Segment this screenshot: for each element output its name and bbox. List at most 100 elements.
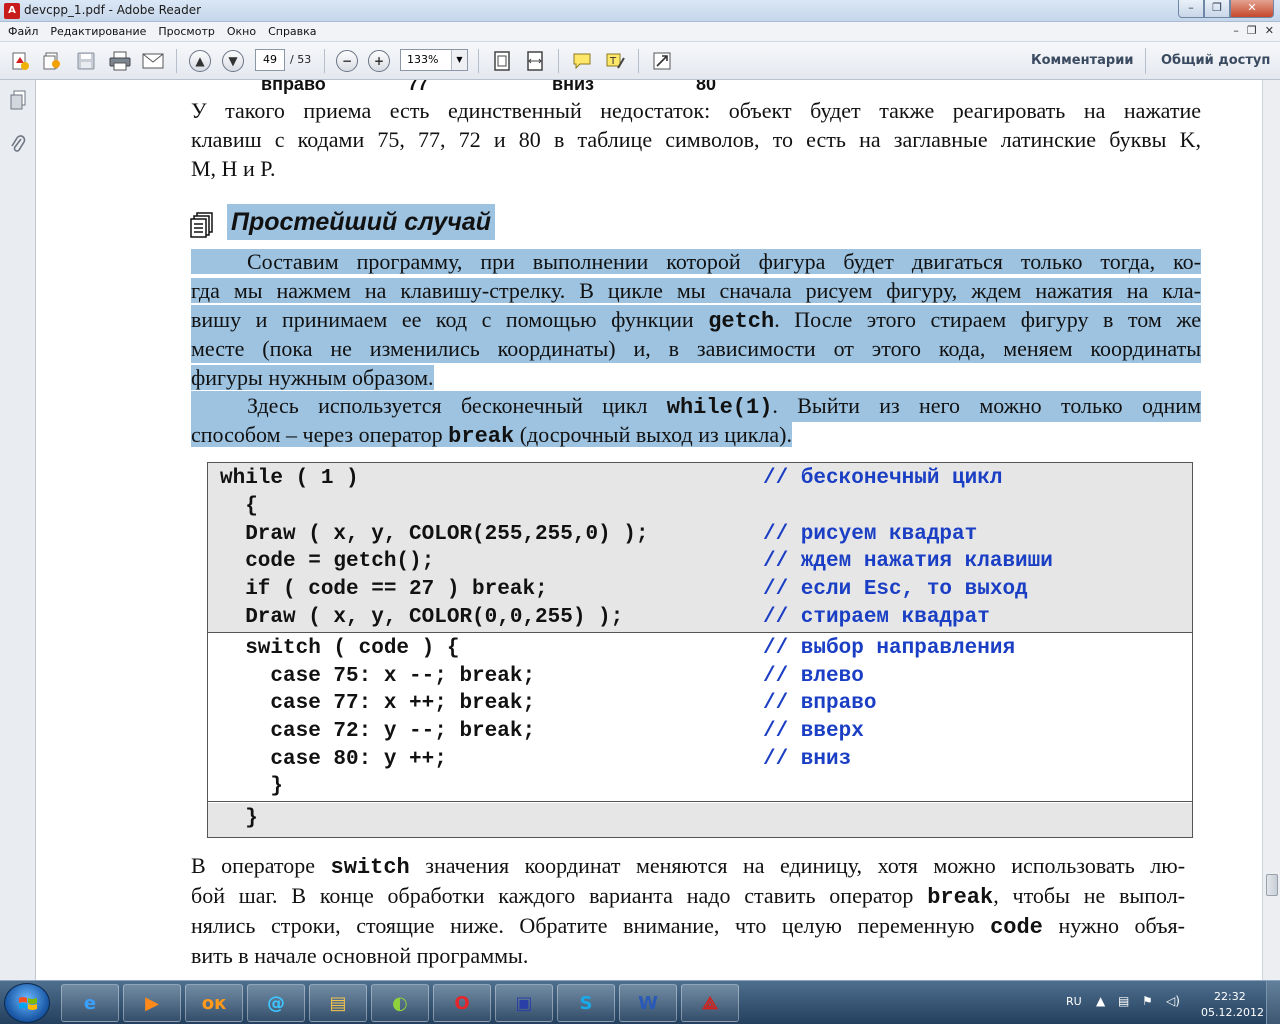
taskbar-app-ie[interactable]: e [61, 984, 119, 1022]
inline-code: code [990, 915, 1043, 940]
code-comment: // ждем нажатия клавиши [763, 550, 1053, 573]
page-total: / 53 [290, 53, 312, 66]
share-button[interactable]: Общий доступ [1161, 53, 1270, 68]
tray-expand-icon[interactable]: ▲ [1096, 994, 1105, 1008]
code-line: { [220, 495, 258, 518]
document-view[interactable]: вправо 77 вниз 80 У такого приема есть е… [36, 80, 1262, 980]
paragraph-line: способом – через оператор break (досрочн… [191, 422, 793, 449]
code-comment: // вправо [763, 692, 877, 715]
taskbar-app-skype[interactable]: S [557, 984, 615, 1022]
zoom-select[interactable]: 133% ▼ [400, 49, 468, 71]
fit-page-icon[interactable] [490, 50, 514, 72]
edit-document-icon[interactable] [40, 50, 64, 72]
highlight-text-icon[interactable]: T [603, 50, 627, 72]
prev-table-cell: 77 [408, 80, 429, 94]
taskbar-app-media[interactable]: ▶ [123, 984, 181, 1022]
code-comment: // если Esc, то выход [763, 578, 1028, 601]
zoom-out-button[interactable]: − [336, 50, 358, 72]
clock-time[interactable]: 22:32 [1214, 990, 1246, 1003]
window-title: devcpp_1.pdf - Adobe Reader [24, 3, 202, 17]
inline-code: break [927, 885, 994, 910]
mail-agent-icon: @ [267, 992, 285, 1014]
taskbar-app-opera[interactable]: O [433, 984, 491, 1022]
print-icon[interactable] [108, 50, 132, 72]
close-button[interactable]: ✕ [1230, 0, 1274, 18]
taskbar-app-games[interactable]: ◐ [371, 984, 429, 1022]
inline-code: while(1) [666, 395, 773, 420]
save-icon[interactable] [74, 50, 98, 72]
explorer-icon: ▤ [329, 992, 347, 1014]
attachments-icon[interactable] [9, 134, 27, 154]
chevron-down-icon[interactable]: ▼ [451, 50, 467, 70]
paragraph-line: месте (пока не изменились координаты) и,… [191, 334, 1201, 363]
menu-window[interactable]: Окно [221, 25, 262, 38]
doc-minimize-icon[interactable]: – [1233, 24, 1239, 37]
show-desktop-button[interactable] [1266, 981, 1280, 1024]
code-comment: // выбор направления [763, 637, 1016, 660]
taskbar-app-word[interactable]: W [619, 984, 677, 1022]
maximize-button[interactable]: ❐ [1204, 0, 1230, 18]
code-line: } [220, 807, 258, 830]
comments-button[interactable]: Комментарии [1031, 53, 1133, 68]
taskbar-app-adobe-reader[interactable]: ⟁ [681, 984, 739, 1022]
paragraph-line: фигуры нужным образом. [191, 365, 434, 390]
code-listing: while ( 1 ) // бесконечный цикл { Draw (… [207, 462, 1193, 838]
network-icon[interactable]: ▤ [1118, 994, 1129, 1008]
language-indicator[interactable]: RU [1066, 995, 1082, 1008]
notes-icon [190, 212, 214, 238]
paragraph-line: бой шаг. В конце обработки каждого вариа… [191, 883, 1186, 910]
code-comment: // стираем квадрат [763, 606, 990, 629]
code-comment: // вверх [763, 720, 864, 743]
paragraph-line: M, H и P. [191, 156, 276, 181]
paragraph-line: нялись строки, стоящие ниже. Обратите вн… [191, 913, 1186, 940]
prev-table-cell: вправо [261, 80, 326, 94]
paragraph-line: Составим программу, при выполнении котор… [191, 247, 1201, 276]
page-number-input[interactable]: 49 [255, 49, 285, 71]
prev-page-button[interactable]: ▲ [189, 50, 211, 72]
vertical-scrollbar[interactable] [1262, 80, 1280, 980]
prev-table-cell: вниз [552, 80, 594, 94]
taskbar-app-save[interactable]: ▣ [495, 984, 553, 1022]
code-line: Draw ( x, y, COLOR(255,255,0) ); [220, 523, 649, 546]
section-heading: Простейший случай [227, 204, 495, 240]
code-line: while ( 1 ) [220, 467, 359, 490]
minimize-button[interactable]: – [1178, 0, 1204, 18]
scrollbar-thumb[interactable] [1266, 874, 1278, 896]
comment-icon[interactable] [570, 50, 594, 72]
fit-width-icon[interactable] [523, 50, 547, 72]
start-button[interactable] [4, 983, 50, 1023]
paragraph-line: В операторе switch значения координат ме… [191, 853, 1186, 880]
doc-close-icon[interactable]: ✕ [1265, 24, 1274, 37]
zoom-in-button[interactable]: + [368, 50, 390, 72]
clock-date[interactable]: 05.12.2012 [1201, 1006, 1264, 1019]
next-page-button[interactable]: ▼ [222, 50, 244, 72]
menu-file[interactable]: Файл [2, 25, 44, 38]
email-icon[interactable] [141, 50, 165, 72]
ie-icon: e [83, 992, 97, 1014]
doc-restore-icon[interactable]: ❐ [1247, 24, 1257, 37]
taskbar-app-odnoklassniki[interactable]: ок [185, 984, 243, 1022]
menu-edit[interactable]: Редактирование [44, 25, 152, 38]
create-pdf-icon[interactable] [8, 50, 32, 72]
inline-code: getch [708, 309, 775, 334]
paragraph-line: клавиш с кодами 75, 77, 72 и 80 в таблиц… [191, 127, 1201, 152]
taskbar-app-mail-agent[interactable]: @ [247, 984, 305, 1022]
code-line: case 77: x ++; break; [220, 692, 536, 715]
taskbar: e ▶ ок @ ▤ ◐ O ▣ S W ⟁ [0, 980, 1280, 1024]
opera-icon: O [454, 992, 470, 1014]
save-icon: ▣ [515, 992, 533, 1014]
pages-thumbnail-icon[interactable] [9, 90, 27, 110]
skype-icon: S [579, 992, 593, 1014]
expand-view-icon[interactable] [650, 50, 674, 72]
code-comment: // рисуем квадрат [763, 523, 978, 546]
action-center-icon[interactable]: ⚑ [1142, 994, 1153, 1008]
code-comment: // влево [763, 665, 864, 688]
volume-icon[interactable]: ◁) [1166, 994, 1180, 1008]
code-line: switch ( code ) { [220, 637, 460, 660]
paragraph-line: вить в начале основной программы. [191, 943, 529, 968]
menu-view[interactable]: Просмотр [152, 25, 220, 38]
taskbar-app-explorer[interactable]: ▤ [309, 984, 367, 1022]
menu-help[interactable]: Справка [262, 25, 322, 38]
adobe-reader-icon: ⟁ [701, 992, 719, 1014]
code-line: case 72: y --; break; [220, 720, 536, 743]
